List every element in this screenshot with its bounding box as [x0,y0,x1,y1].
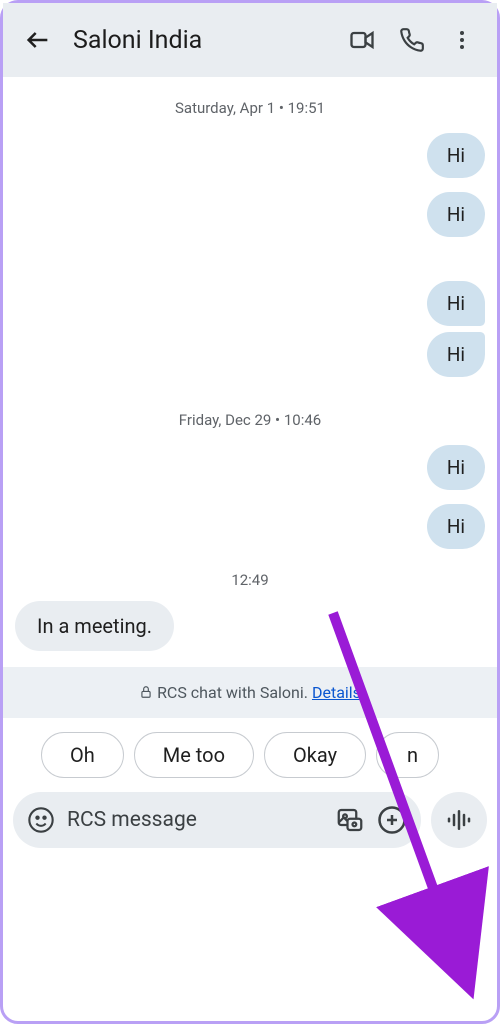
waveform-icon [444,805,474,835]
add-button[interactable] [377,805,407,835]
rcs-details-link[interactable]: Details [312,683,361,702]
rcs-banner: RCS chat with Saloni. Details [3,667,497,718]
conversation-title[interactable]: Saloni India [73,26,337,55]
message-sent[interactable]: Hi [15,332,485,377]
date-header: Saturday, Apr 1 • 19:51 [15,99,485,117]
suggestion-row: Oh Me too Okay n [3,718,497,788]
arrow-left-icon [24,26,52,54]
suggestion-chip[interactable]: Me too [134,732,254,778]
message-sent[interactable]: Hi [15,281,485,326]
overflow-menu-button[interactable] [437,15,487,65]
emoji-button[interactable] [27,806,55,834]
back-button[interactable] [21,23,55,57]
plus-circle-icon [377,805,407,835]
suggestion-chip[interactable]: Okay [264,732,366,778]
gallery-icon [335,805,365,835]
message-composer[interactable]: RCS message [13,792,421,848]
video-icon [348,26,376,54]
message-received[interactable]: In a meeting. [15,601,485,651]
message-sent[interactable]: Hi [15,445,485,490]
voice-message-button[interactable] [431,792,487,848]
call-button[interactable] [387,15,437,65]
more-vert-icon [450,28,474,52]
smiley-icon [27,806,55,834]
bubble-text: Hi [427,133,485,178]
bubble-text: Hi [427,192,485,237]
rcs-banner-text: RCS chat with Saloni. [157,683,312,702]
bubble-text: Hi [427,445,485,490]
message-sent[interactable]: Hi [15,504,485,549]
phone-icon [399,27,425,53]
message-sent[interactable]: Hi [15,133,485,178]
suggestion-chip[interactable]: Oh [41,732,124,778]
bubble-text: Hi [427,504,485,549]
time-header: 12:49 [15,571,485,589]
message-sent[interactable]: Hi [15,192,485,237]
video-call-button[interactable] [337,15,387,65]
bubble-text: Hi [427,281,485,326]
lock-icon [139,685,153,699]
gallery-button[interactable] [335,805,365,835]
bubble-text: Hi [427,332,485,377]
composer-placeholder: RCS message [67,808,323,832]
bubble-text: In a meeting. [15,601,174,651]
suggestion-chip[interactable]: n [376,732,439,778]
date-header: Friday, Dec 29 • 10:46 [15,411,485,429]
